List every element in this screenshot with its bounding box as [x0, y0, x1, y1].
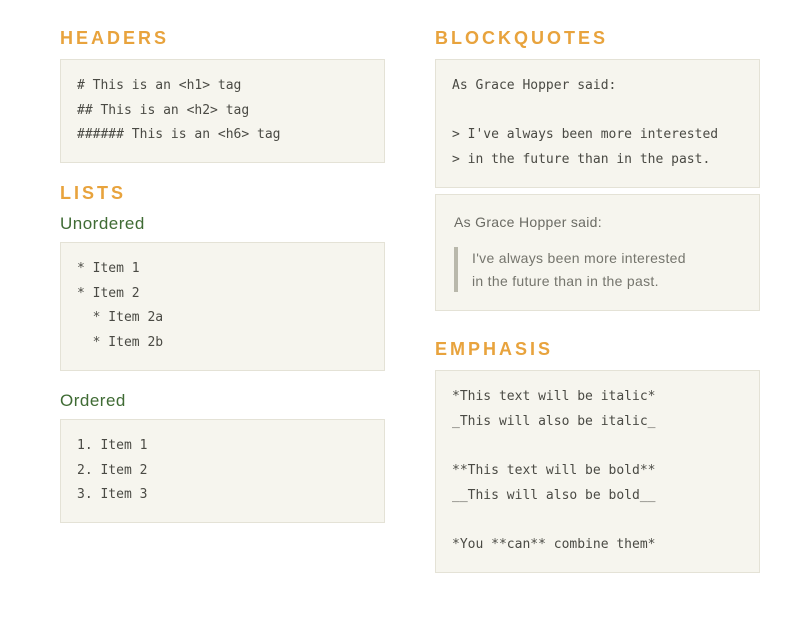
emphasis-title: EMPHASIS — [435, 339, 760, 360]
ordered-subtitle: Ordered — [60, 391, 385, 411]
right-column: BLOCKQUOTES As Grace Hopper said: > I've… — [435, 28, 760, 620]
headers-code-block: # This is an <h1> tag ## This is an <h2>… — [60, 59, 385, 163]
left-column: HEADERS # This is an <h1> tag ## This is… — [60, 28, 385, 620]
blockquote-line1: I've always been more interested — [472, 247, 741, 269]
blockquote-line2: in the future than in the past. — [472, 270, 741, 292]
blockquote-quote: I've always been more interested in the … — [454, 247, 741, 292]
emphasis-section: EMPHASIS *This text will be italic* _Thi… — [435, 339, 760, 591]
blockquotes-title: BLOCKQUOTES — [435, 28, 760, 49]
blockquotes-rendered: As Grace Hopper said: I've always been m… — [435, 194, 760, 311]
blockquotes-section: BLOCKQUOTES As Grace Hopper said: > I've… — [435, 28, 760, 339]
ordered-code-block: 1. Item 1 2. Item 2 3. Item 3 — [60, 419, 385, 523]
emphasis-code-block: *This text will be italic* _This will al… — [435, 370, 760, 573]
lists-title: LISTS — [60, 183, 385, 204]
blockquotes-code-block: As Grace Hopper said: > I've always been… — [435, 59, 760, 188]
lists-section: LISTS Unordered * Item 1 * Item 2 * Item… — [60, 183, 385, 543]
unordered-code-block: * Item 1 * Item 2 * Item 2a * Item 2b — [60, 242, 385, 371]
headers-section: HEADERS # This is an <h1> tag ## This is… — [60, 28, 385, 183]
headers-title: HEADERS — [60, 28, 385, 49]
blockquote-intro: As Grace Hopper said: — [454, 211, 741, 233]
unordered-subtitle: Unordered — [60, 214, 385, 234]
